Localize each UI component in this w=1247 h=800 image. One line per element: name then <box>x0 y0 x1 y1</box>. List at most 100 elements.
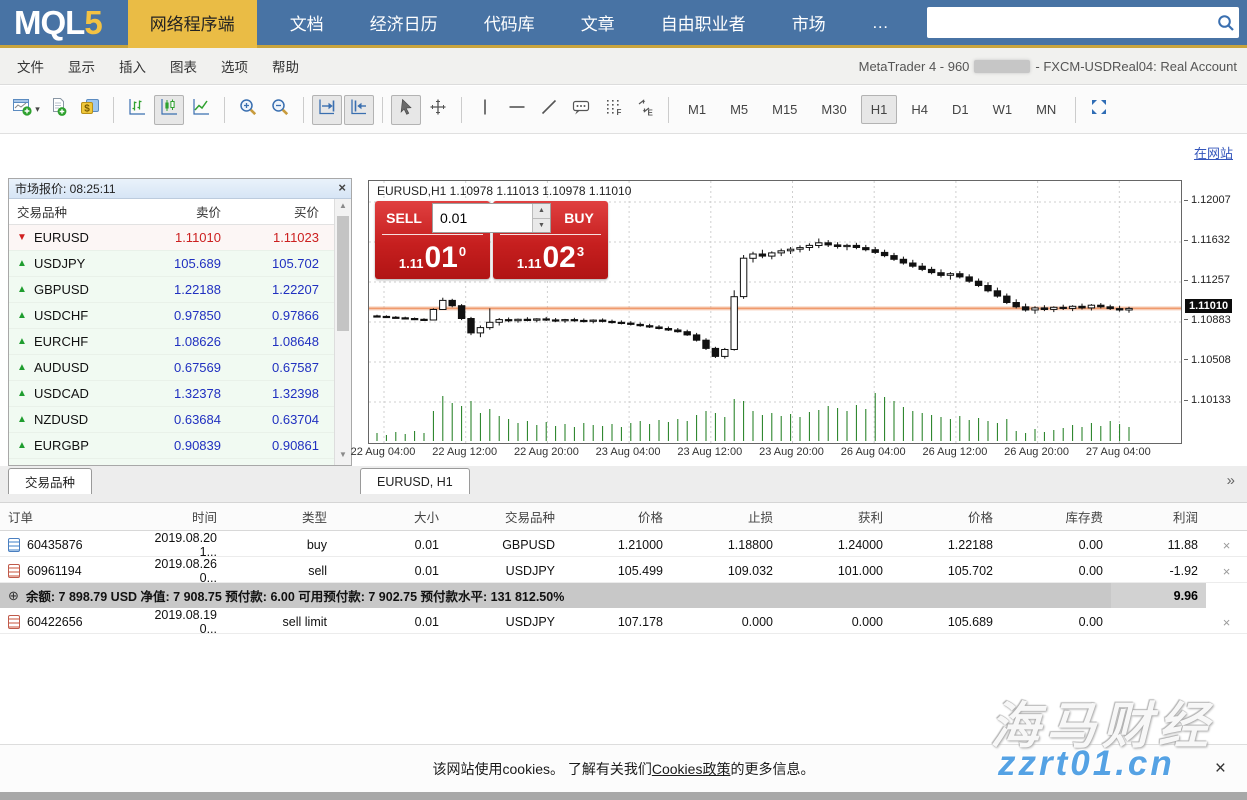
onsite-link[interactable]: 在网站 <box>1194 143 1233 162</box>
market-watch-close-icon[interactable]: × <box>338 180 346 195</box>
volume-input[interactable] <box>433 204 515 232</box>
vline-button[interactable] <box>470 95 500 125</box>
search-icon[interactable] <box>1213 14 1239 32</box>
candles-button[interactable] <box>154 95 184 125</box>
bid-cell: 105.689 <box>137 256 229 271</box>
expand-icon[interactable]: ⊕ <box>8 588 19 604</box>
cookie-close-icon[interactable]: × <box>1215 758 1226 780</box>
new-order-button[interactable] <box>43 95 73 125</box>
timeframe-MN-button[interactable]: MN <box>1026 95 1066 124</box>
bars-button[interactable] <box>122 95 152 125</box>
ask-cell: 0.90861 <box>229 438 327 453</box>
quote-row-USDCAD[interactable]: ▲USDCAD1.323781.32398 <box>9 381 351 407</box>
nav-item-网络程序端[interactable]: 网络程序端 <box>128 0 257 48</box>
cookie-policy-link[interactable]: Cookies政策 <box>652 759 731 779</box>
market-watch-scrollbar[interactable]: ▲ ▼ <box>334 199 351 465</box>
timeframe-H4-button[interactable]: H4 <box>901 95 938 124</box>
zoom-in-button[interactable] <box>233 95 263 125</box>
zoom-out-icon <box>270 97 290 122</box>
menu-item-选项[interactable]: 选项 <box>209 56 260 76</box>
nav-item-自由职业者[interactable]: 自由职业者 <box>638 0 769 45</box>
timeframe-D1-button[interactable]: D1 <box>942 95 979 124</box>
auto-scroll-button[interactable] <box>312 95 342 125</box>
y-axis-label: 1.10508 <box>1184 354 1231 366</box>
fibonacci-button[interactable]: F <box>598 95 628 125</box>
cookie-banner: 该网站使用cookies。 了解有关我们Cookies政策的更多信息。 <box>0 744 1247 792</box>
menu-item-图表[interactable]: 图表 <box>158 56 209 76</box>
nav-item-…[interactable]: … <box>849 0 912 45</box>
symbol-name: GBPUSD <box>34 282 89 297</box>
scrollbar-thumb[interactable] <box>337 216 349 331</box>
comment-icon <box>571 97 591 122</box>
timeframe-M30-button[interactable]: M30 <box>811 95 856 124</box>
nav-item-代码库[interactable]: 代码库 <box>461 0 558 45</box>
chart-shift-icon <box>349 97 369 122</box>
quote-row-USDCHF[interactable]: ▲USDCHF0.978500.97866 <box>9 303 351 329</box>
order-swap-cell: 0.00 <box>1001 564 1111 578</box>
zoom-out-button[interactable] <box>265 95 295 125</box>
timeframe-M15-button[interactable]: M15 <box>762 95 807 124</box>
chart-plot[interactable]: EURUSD,H1 1.10978 1.11013 1.10978 1.1101… <box>368 180 1182 444</box>
profiles-button[interactable]: $ <box>75 95 105 125</box>
dropdown-caret-icon: ▾ <box>35 104 40 115</box>
timeframe-W1-button[interactable]: W1 <box>983 95 1023 124</box>
scroll-up-icon[interactable]: ▲ <box>335 201 351 214</box>
order-time-cell: 2019.08.20 1... <box>130 531 225 559</box>
menu-item-文件[interactable]: 文件 <box>5 56 56 76</box>
trendline-button[interactable] <box>534 95 564 125</box>
cursor-button[interactable] <box>391 95 421 125</box>
hline-button[interactable] <box>502 95 532 125</box>
ask-cell: 105.702 <box>229 256 327 271</box>
market-watch-tab[interactable]: 交易品种 <box>8 468 92 494</box>
menu-item-插入[interactable]: 插入 <box>107 56 158 76</box>
quote-row-AUDUSD[interactable]: ▲AUDUSD0.675690.67587 <box>9 355 351 381</box>
timeframe-H1-button[interactable]: H1 <box>861 95 898 124</box>
timeframe-M1-button[interactable]: M1 <box>678 95 716 124</box>
quote-row-NZDUSD[interactable]: ▲NZDUSD0.636840.63704 <box>9 407 351 433</box>
quote-row-EURUSD[interactable]: ▼EURUSD1.110101.11023 <box>9 225 351 251</box>
stepper-up-icon[interactable]: ▲ <box>533 204 550 219</box>
toolbar-separator <box>668 97 669 123</box>
order-symbol-cell: USDJPY <box>447 564 563 578</box>
order-tp-cell: 1.24000 <box>781 538 891 552</box>
current-price-tag: 1.11010 <box>1185 299 1232 313</box>
quote-row-EURGBP[interactable]: ▲EURGBP0.908390.90861 <box>9 433 351 459</box>
order-row-60422656[interactable]: 604226562019.08.19 0...sell limit0.01USD… <box>0 608 1247 634</box>
site-nav-items: 网络程序端文档经济日历代码库文章自由职业者市场… <box>128 0 912 45</box>
toolbar-separator <box>113 97 114 123</box>
y-axis-label: 1.11257 <box>1184 274 1230 286</box>
quote-row-EURCHF[interactable]: ▲EURCHF1.086261.08648 <box>9 329 351 355</box>
menu-item-帮助[interactable]: 帮助 <box>260 56 311 76</box>
fullscreen-button[interactable] <box>1084 95 1114 125</box>
sell-label: SELL <box>378 210 430 226</box>
comment-button[interactable] <box>566 95 596 125</box>
site-search-input[interactable] <box>927 9 1213 36</box>
menu-item-显示[interactable]: 显示 <box>56 56 107 76</box>
new-chart-button[interactable]: ▾ <box>11 95 41 125</box>
bid-cell: 1.08626 <box>137 334 229 349</box>
more-tabs-chevron[interactable]: » <box>1227 472 1235 489</box>
volume-stepper: ▲ ▼ <box>532 204 550 232</box>
timeframe-M5-button[interactable]: M5 <box>720 95 758 124</box>
nav-item-经济日历[interactable]: 经济日历 <box>347 0 461 45</box>
order-row-60961194[interactable]: 609611942019.08.26 0...sell0.01USDJPY105… <box>0 557 1247 583</box>
quote-row-GBPUSD[interactable]: ▲GBPUSD1.221881.22207 <box>9 277 351 303</box>
nav-item-市场[interactable]: 市场 <box>769 0 849 45</box>
order-row-60435876[interactable]: 604358762019.08.20 1...buy0.01GBPUSD1.21… <box>0 531 1247 557</box>
order-price-cell: 1.21000 <box>563 538 671 552</box>
line-chart-button[interactable] <box>186 95 216 125</box>
quote-row-EURJPY[interactable]: ▲EURJPY117.839117.851 <box>9 459 351 466</box>
nav-item-文档[interactable]: 文档 <box>267 0 347 45</box>
chart-shift-button[interactable] <box>344 95 374 125</box>
chart-tab-eurusd-h1[interactable]: EURUSD, H1 <box>360 468 470 494</box>
close-order-icon[interactable]: × <box>1206 564 1247 579</box>
mql5-logo[interactable]: MQL5 <box>0 4 128 42</box>
close-order-icon[interactable]: × <box>1206 538 1247 553</box>
nav-item-文章[interactable]: 文章 <box>558 0 638 45</box>
stepper-down-icon[interactable]: ▼ <box>533 219 550 233</box>
crosshair-button[interactable] <box>423 95 453 125</box>
indicators-button[interactable]: E <box>630 95 660 125</box>
quote-row-USDJPY[interactable]: ▲USDJPY105.689105.702 <box>9 251 351 277</box>
sell-price-small: 1.11 <box>399 256 424 271</box>
close-order-icon[interactable]: × <box>1206 615 1247 630</box>
